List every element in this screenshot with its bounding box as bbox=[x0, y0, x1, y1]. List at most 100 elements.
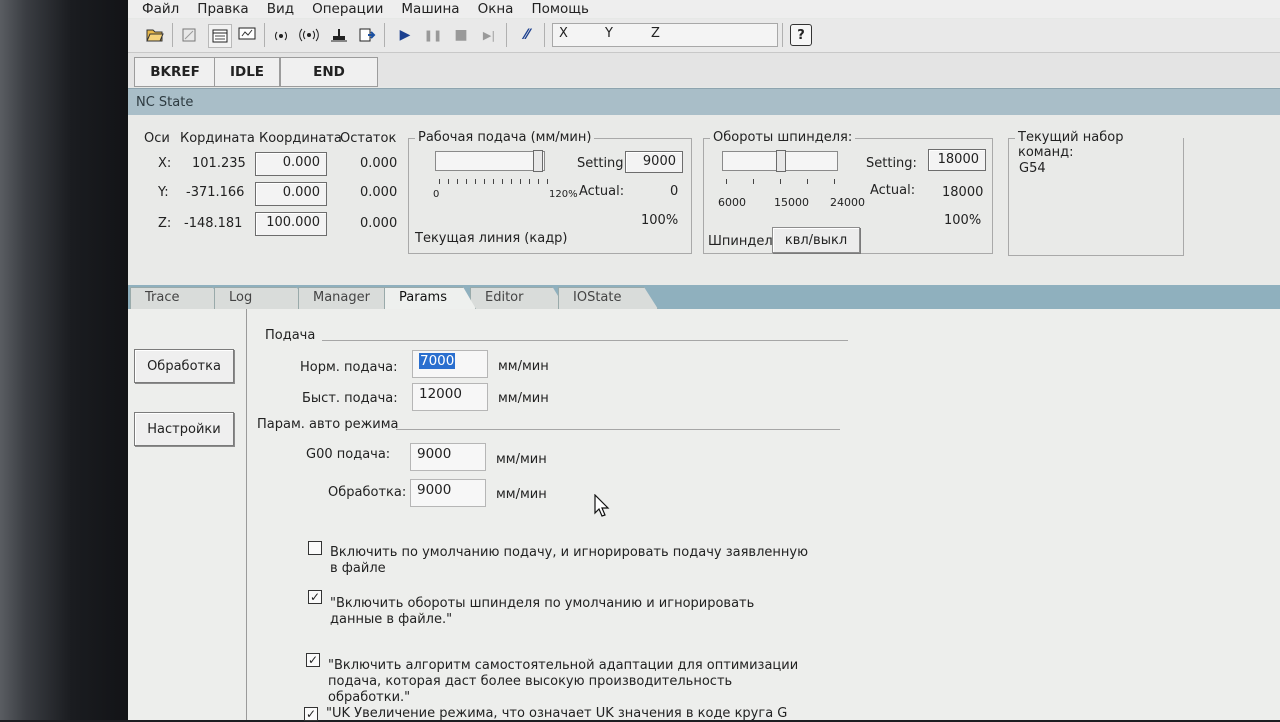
menu-edit[interactable]: Правка bbox=[197, 1, 248, 17]
spindle-title: Обороты шпинделя: bbox=[710, 130, 856, 145]
norm-feed-input[interactable]: 7000 bbox=[412, 350, 488, 378]
proc-feed-input[interactable]: 9000 bbox=[410, 479, 486, 507]
nc-state-bar: NC State bbox=[128, 88, 1280, 115]
spindle-actual-value: 18000 bbox=[942, 185, 984, 200]
monitor-bezel bbox=[0, 0, 130, 720]
end-button[interactable]: END bbox=[280, 57, 378, 87]
help-icon[interactable]: ? bbox=[790, 24, 812, 46]
spindle-label: Шпиндел bbox=[708, 234, 773, 249]
adaptive-feed-checkbox[interactable]: ✓ bbox=[306, 653, 320, 667]
tab-log[interactable]: Log bbox=[214, 287, 310, 309]
step-icon[interactable]: ▶| bbox=[478, 24, 500, 46]
default-feed-label: Включить по умолчанию подачу, и игнориро… bbox=[330, 545, 809, 576]
feed-max: 120% bbox=[549, 189, 578, 200]
spindle-group: Обороты шпинделя: 6000 15000 24000 Setti… bbox=[703, 130, 993, 254]
processing-button[interactable]: Обработка bbox=[134, 349, 234, 383]
fast-feed-unit: мм/мин bbox=[498, 391, 549, 406]
slash-icon[interactable]: ⁄⁄ bbox=[516, 24, 538, 46]
menu-bar: Файл Правка Вид Операции Машина Окна Пом… bbox=[128, 0, 1280, 18]
feed-percent: 100% bbox=[641, 213, 679, 228]
axis-y-coord: -371.166 bbox=[186, 185, 245, 200]
tab-trace[interactable]: Trace bbox=[130, 287, 226, 309]
spindle-setting-label: Setting: bbox=[866, 156, 917, 171]
proc-feed-label: Обработка: bbox=[328, 485, 407, 500]
coord-x-label: X bbox=[559, 26, 568, 41]
window-icon[interactable] bbox=[208, 24, 232, 48]
nc-state-panel: Оси Кордината Координата Остаток X: 101.… bbox=[128, 115, 1280, 285]
settings-button[interactable]: Настройки bbox=[134, 412, 234, 446]
norm-feed-value: 7000 bbox=[419, 353, 456, 369]
tab-params[interactable]: Params bbox=[384, 287, 476, 309]
load-icon[interactable] bbox=[356, 24, 378, 46]
home-icon[interactable] bbox=[328, 24, 350, 46]
spindle-percent: 100% bbox=[944, 213, 982, 228]
toolbar: ▶ ❚❚ ■ ▶| ⁄⁄ X Y Z ? bbox=[128, 19, 1280, 53]
default-spindle-label: "Включить обороты шпинделя по умолчанию … bbox=[330, 596, 755, 627]
spindle-scale-max: 24000 bbox=[830, 196, 865, 209]
axis-z-label: Z: bbox=[158, 216, 172, 231]
spindle-toggle-button[interactable]: квл/выкл bbox=[772, 227, 860, 253]
axis-y-rest: 0.000 bbox=[360, 185, 398, 200]
signal-icon[interactable] bbox=[270, 24, 292, 46]
spindle-scale-min: 6000 bbox=[718, 196, 746, 209]
axis-x-coord2[interactable]: 0.000 bbox=[255, 152, 327, 176]
default-feed-checkbox[interactable] bbox=[308, 541, 322, 555]
bkref-button[interactable]: BKREF bbox=[134, 57, 216, 87]
pause-icon[interactable]: ❚❚ bbox=[422, 24, 444, 46]
idle-button[interactable]: IDLE bbox=[214, 57, 280, 87]
feed-group: Рабочая подача (мм/мин) 0 120% Setting: … bbox=[408, 130, 692, 254]
axis-z-coord2[interactable]: 100.000 bbox=[255, 212, 327, 236]
tab-iostate[interactable]: IOState bbox=[558, 287, 658, 309]
section-feed-title: Подача bbox=[265, 328, 316, 343]
commands-title: Текущий набор команд: bbox=[1015, 130, 1183, 160]
axis-z-rest: 0.000 bbox=[360, 216, 398, 231]
menu-machine[interactable]: Машина bbox=[401, 1, 459, 17]
section-auto-divider bbox=[396, 429, 840, 430]
fast-feed-input[interactable]: 12000 bbox=[412, 383, 488, 411]
menu-view[interactable]: Вид bbox=[267, 1, 294, 17]
status-row: BKREF IDLE END bbox=[128, 53, 1280, 87]
run-icon[interactable]: ▶ bbox=[394, 24, 416, 46]
mouse-cursor-icon bbox=[594, 494, 610, 517]
commands-group: Текущий набор команд: G54 bbox=[1008, 130, 1184, 256]
coord-y-label: Y bbox=[605, 26, 613, 41]
coord-z-label: Z bbox=[651, 26, 660, 41]
commands-value: G54 bbox=[1019, 161, 1046, 176]
fast-feed-label: Быст. подача: bbox=[302, 391, 398, 406]
signal2-icon[interactable] bbox=[298, 24, 320, 46]
default-spindle-checkbox[interactable]: ✓ bbox=[308, 590, 322, 604]
feed-slider-thumb[interactable] bbox=[533, 150, 543, 172]
norm-feed-label: Норм. подача: bbox=[300, 360, 398, 375]
axis-y-label: Y: bbox=[158, 185, 169, 200]
spindle-slider-thumb[interactable] bbox=[776, 150, 786, 172]
section-auto-title: Парам. авто режима bbox=[257, 417, 399, 432]
open-folder-icon[interactable] bbox=[144, 24, 166, 46]
screen-icon[interactable] bbox=[236, 24, 258, 46]
spindle-ticks bbox=[726, 179, 836, 184]
tab-editor[interactable]: Editor bbox=[470, 287, 566, 309]
menu-help[interactable]: Помощь bbox=[531, 1, 589, 17]
feed-ticks bbox=[439, 179, 549, 184]
feed-setting-value[interactable]: 9000 bbox=[625, 151, 683, 173]
tab-bar: Trace Log Manager Params Editor IOState bbox=[128, 285, 1280, 309]
stop-icon[interactable]: ■ bbox=[450, 24, 472, 46]
section-feed-divider bbox=[322, 340, 848, 341]
g00-feed-label: G00 подача: bbox=[306, 447, 391, 462]
axis-y-coord2[interactable]: 0.000 bbox=[255, 182, 327, 206]
menu-windows[interactable]: Окна bbox=[478, 1, 514, 17]
spindle-actual-label: Actual: bbox=[870, 183, 916, 198]
menu-operations[interactable]: Операции bbox=[312, 1, 383, 17]
menu-file[interactable]: Файл bbox=[142, 1, 179, 17]
spindle-setting-value[interactable]: 18000 bbox=[928, 149, 986, 171]
g00-feed-unit: мм/мин bbox=[496, 452, 547, 467]
norm-feed-unit: мм/мин bbox=[498, 359, 549, 374]
axes-header-coord: Кордината bbox=[180, 131, 255, 146]
axis-z-coord: -148.181 bbox=[184, 216, 243, 231]
g00-feed-input[interactable]: 9000 bbox=[410, 443, 486, 471]
app-window: Файл Правка Вид Операции Машина Окна Пом… bbox=[128, 0, 1280, 721]
nc-state-title: NC State bbox=[136, 95, 194, 110]
edit-icon[interactable] bbox=[178, 24, 200, 46]
uk-mode-checkbox[interactable]: ✓ bbox=[304, 707, 318, 721]
feed-setting-label: Setting: bbox=[577, 156, 628, 171]
feed-slider[interactable] bbox=[435, 151, 545, 171]
